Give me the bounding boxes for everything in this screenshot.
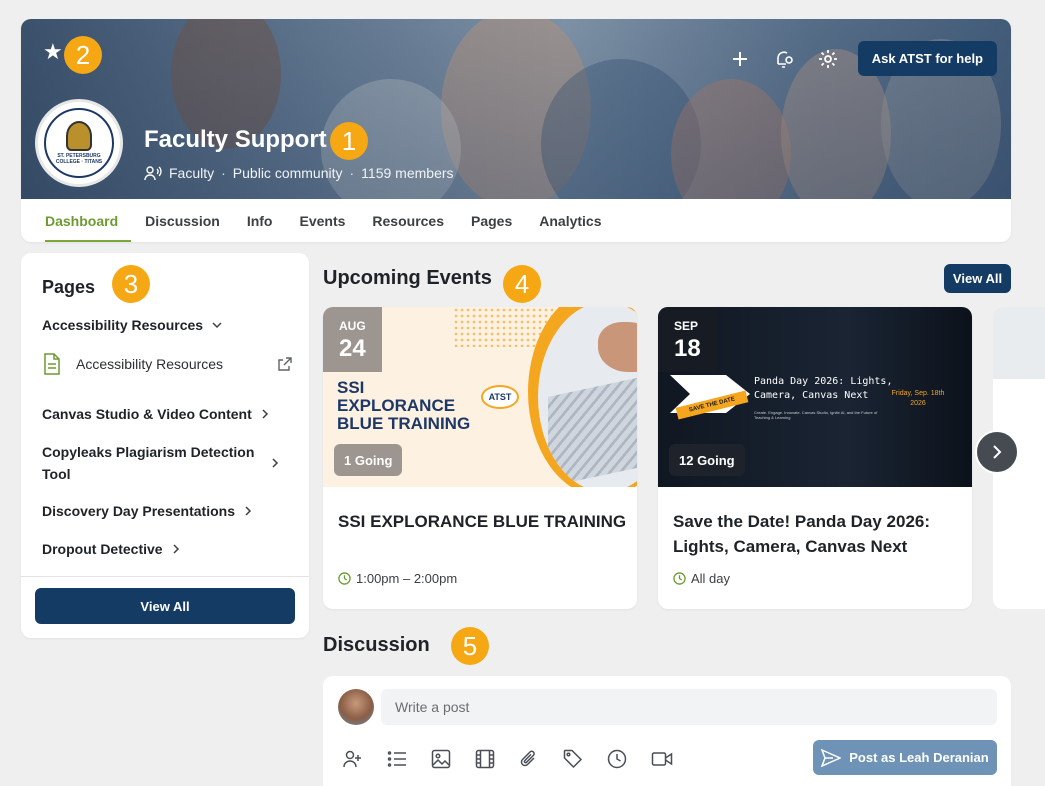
event-image-text: Panda Day 2026: Lights, Camera, Canvas N… [754,376,893,401]
community-meta: Faculty · Public community · 1159 member… [144,165,454,181]
page-item-dropout-detective[interactable]: Dropout Detective [42,541,181,557]
page-item-label: Discovery Day Presentations [42,503,235,519]
add-people-icon[interactable] [343,748,387,770]
logo-text: ST. PETERSBURG COLLEGE · TITANS [55,153,103,165]
header-banner-image: ★ 2 ST. PETERSBURG COLLEGE · TITANS Facu… [21,19,1011,199]
post-input[interactable] [381,689,997,725]
tab-events[interactable]: Events [299,199,358,242]
event-image-date: Friday, Sep. 18th 2026 [891,390,945,407]
marker-4: 4 [503,265,541,303]
marker-2: 2 [64,36,102,74]
page-item-label: Dropout Detective [42,541,163,557]
upcoming-events-title: Upcoming Events [323,267,492,289]
pages-view-all-button[interactable]: View All [35,588,295,624]
external-link-icon[interactable] [278,357,292,371]
pages-title: Pages [42,277,96,297]
pages-panel: Pages 3 Accessibility Resources Accessib… [21,253,309,638]
notification-settings-icon[interactable] [762,48,806,70]
document-icon [44,353,60,375]
clock-icon [673,572,686,585]
events-view-all-button[interactable]: View All [944,264,1011,293]
tab-info[interactable]: Info [247,199,286,242]
page-link-label: Accessibility Resources [76,356,224,372]
community-logo: ST. PETERSBURG COLLEGE · TITANS [35,99,123,187]
tab-analytics[interactable]: Analytics [539,199,614,242]
post-as-label: Post as Leah Deranian [849,750,989,765]
visibility-label: Public community [232,165,343,181]
members-count: 1159 members [361,165,454,181]
event-image-text: SSI EXPLORANCE BLUE TRAINING [337,378,471,433]
settings-icon[interactable] [806,48,850,70]
event-month: AUG [339,319,366,333]
event-day: 24 [339,335,366,362]
composer-toolbar [343,748,695,770]
post-as-button[interactable]: Post as Leah Deranian [813,740,997,775]
event-card[interactable]: SSI EXPLORANCE BLUE TRAINING ATST AUG 24… [323,307,637,609]
page-item-copyleaks[interactable]: Copyleaks Plagiarism Detection Tool [42,441,287,485]
send-icon [821,748,842,767]
audience-label: Faculty [169,165,215,181]
image-icon[interactable] [431,748,475,770]
carousel-next-button[interactable] [975,430,1019,474]
clock-icon [338,572,351,585]
page-group-label: Accessibility Resources [42,317,204,333]
event-card[interactable]: SAVE THE DATE Panda Day 2026: Lights, Ca… [658,307,972,609]
plus-icon[interactable] [718,48,762,70]
tab-resources[interactable]: Resources [372,199,457,242]
audience-icon [144,166,162,181]
favorite-star-icon[interactable]: ★ [43,41,65,63]
going-count: 12 Going [669,444,745,476]
atst-logo: ATST [481,385,519,409]
marker-1: 1 [330,122,368,160]
event-image: SSI EXPLORANCE BLUE TRAINING ATST AUG 24… [323,307,637,487]
community-header: ★ 2 ST. PETERSBURG COLLEGE · TITANS Facu… [21,19,1011,242]
event-time-label: 1:00pm – 2:00pm [356,571,458,586]
titan-helmet-icon [66,121,92,151]
clock-icon[interactable] [607,748,651,770]
post-composer: Post as Leah Deranian [323,676,1011,786]
avatar [338,689,374,725]
video-film-icon[interactable] [475,748,519,770]
event-name[interactable]: SSI EXPLORANCE BLUE TRAINING [338,509,628,534]
tab-dashboard[interactable]: Dashboard [45,199,132,242]
tab-discussion[interactable]: Discussion [145,199,233,242]
attachment-icon[interactable] [519,748,563,770]
page-item-canvas-studio[interactable]: Canvas Studio & Video Content [42,406,270,422]
page-link-accessibility-resources[interactable]: Accessibility Resources [42,353,292,375]
video-camera-icon[interactable] [651,748,695,770]
event-day: 18 [674,335,701,362]
chevron-right-icon [993,445,1002,459]
ask-atst-button[interactable]: Ask ATST for help [857,41,997,76]
discussion-title: Discussion [323,634,430,656]
event-time: 1:00pm – 2:00pm [338,571,457,586]
community-tabs: Dashboard Discussion Info Events Resourc… [21,199,1011,242]
chevron-right-icon [245,506,252,516]
page-item-label: Canvas Studio & Video Content [42,406,252,422]
marker-3: 3 [112,265,150,303]
tag-icon[interactable] [563,748,607,770]
page-item-discovery-day[interactable]: Discovery Day Presentations [42,503,253,519]
event-date-badge: SEP 18 [658,307,717,372]
event-time-label: All day [691,571,731,586]
event-month: SEP [674,319,699,333]
event-name[interactable]: Save the Date! Panda Day 2026: Lights, C… [673,509,963,559]
page-group-accessibility[interactable]: Accessibility Resources [42,317,223,333]
event-image: SAVE THE DATE Panda Day 2026: Lights, Ca… [658,307,972,487]
going-count: 1 Going [334,444,403,476]
list-icon[interactable] [387,748,431,770]
marker-5: 5 [451,627,489,665]
event-date-badge: AUG 24 [323,307,382,372]
chevron-right-icon [272,458,279,468]
community-title: Faculty Support [144,126,327,153]
page-item-label: Copyleaks Plagiarism Detection Tool [42,444,255,482]
chevron-right-icon [173,544,179,554]
event-time: All day [673,571,730,586]
chevron-down-icon [212,322,222,329]
tab-pages[interactable]: Pages [471,199,525,242]
divider [21,576,309,577]
chevron-right-icon [262,409,268,419]
event-image-subtitle: Create. Engage. Innovate. Canvas Studio,… [754,410,878,420]
